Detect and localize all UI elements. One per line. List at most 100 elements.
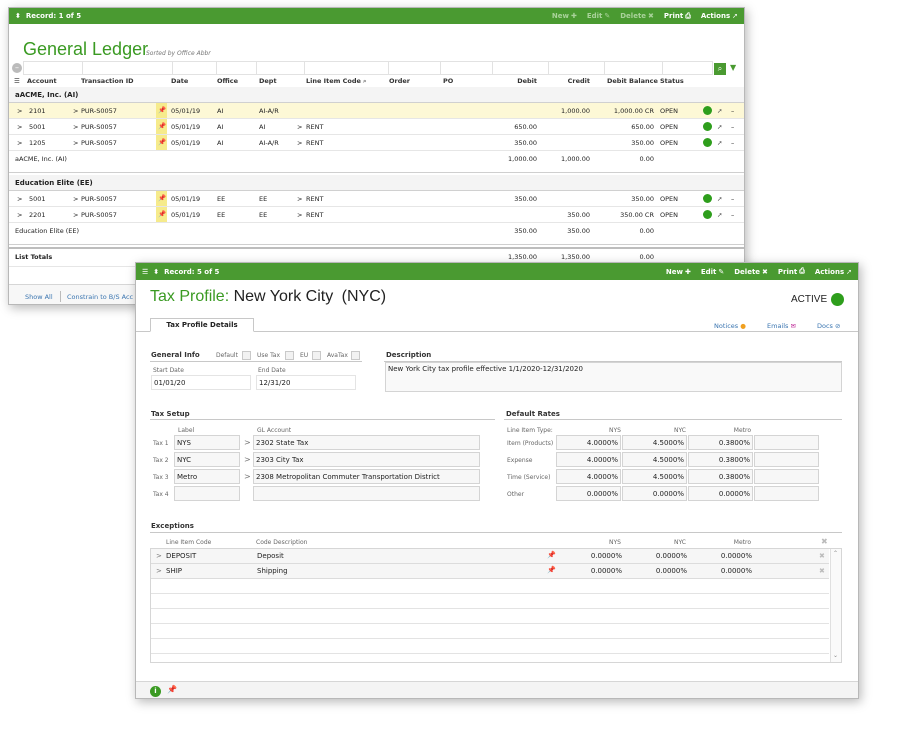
expand-arrow-icon[interactable]: > xyxy=(17,123,22,131)
expand-arrow-icon[interactable]: > xyxy=(156,552,162,560)
tax-label-field[interactable]: NYS xyxy=(174,435,240,450)
link-arrow-icon[interactable]: > xyxy=(244,438,251,447)
cell-line-item-code[interactable]: RENT xyxy=(306,195,323,203)
sort-icon[interactable]: ☰ xyxy=(14,77,20,85)
filter-balance[interactable] xyxy=(605,61,663,75)
rate-field[interactable]: 0.0000% xyxy=(688,486,753,501)
open-record-icon[interactable]: ➚ xyxy=(717,123,722,131)
gl-account-field[interactable]: 2303 City Tax xyxy=(253,452,480,467)
empty-row[interactable] xyxy=(151,609,829,624)
description-field[interactable]: New York City tax profile effective 1/1/… xyxy=(385,362,842,392)
filter-line-item[interactable] xyxy=(305,61,389,75)
search-icon[interactable]: ⌕ xyxy=(714,63,726,75)
delete-row-icon[interactable]: ✖ xyxy=(819,552,825,560)
col-credit[interactable]: Credit xyxy=(554,77,590,85)
col-line-item-code[interactable]: Line Item Code xyxy=(306,77,361,85)
gl-account-field[interactable]: 2308 Metropolitan Commuter Transportatio… xyxy=(253,469,480,484)
expand-arrow-icon[interactable]: > xyxy=(156,567,162,575)
link-arrow-icon[interactable]: > xyxy=(73,195,78,203)
tp-actions-button[interactable]: Actions ➚ xyxy=(815,268,852,276)
col-transaction[interactable]: Transaction ID xyxy=(81,77,134,85)
start-date-field[interactable]: 01/01/20 xyxy=(151,375,251,390)
pin-cell[interactable]: 📌 xyxy=(156,119,167,134)
rate-field[interactable] xyxy=(754,435,819,450)
menu-icon[interactable]: ☰ xyxy=(142,268,148,276)
col-debit-balance[interactable]: Debit Balance xyxy=(607,77,658,85)
pin-icon[interactable]: 📌 xyxy=(547,551,556,559)
filter-dept[interactable] xyxy=(257,61,305,75)
cell-transaction[interactable]: PUR-S0057 xyxy=(81,123,117,131)
pin-cell[interactable]: 📌 xyxy=(156,103,167,118)
avatax-checkbox[interactable] xyxy=(351,351,360,360)
open-record-icon[interactable]: ➚ xyxy=(717,107,722,115)
end-date-field[interactable]: 12/31/20 xyxy=(256,375,356,390)
eu-checkbox[interactable] xyxy=(312,351,321,360)
col-order[interactable]: Order xyxy=(389,77,410,85)
gl-actions-button[interactable]: Actions ➚ xyxy=(701,12,738,20)
cell-transaction[interactable]: PUR-S0057 xyxy=(81,195,117,203)
col-debit[interactable]: Debit xyxy=(499,77,537,85)
record-nav-arrows-icon[interactable]: ⬍ xyxy=(15,12,21,20)
default-checkbox[interactable] xyxy=(242,351,251,360)
scrollbar[interactable]: ⌃ ⌄ xyxy=(830,549,841,662)
col-po[interactable]: PO xyxy=(443,77,453,85)
rate-field[interactable]: 4.0000% xyxy=(556,469,621,484)
link-arrow-icon[interactable]: > xyxy=(297,211,302,219)
table-row[interactable]: > DEPOSIT Deposit 📌 0.0000% 0.0000% 0.00… xyxy=(151,549,829,564)
rate-field[interactable]: 0.3800% xyxy=(688,452,753,467)
rate-field[interactable]: 4.5000% xyxy=(622,469,687,484)
cell-transaction[interactable]: PUR-S0057 xyxy=(81,107,117,115)
tp-new-button[interactable]: New ✚ xyxy=(666,268,691,276)
link-arrow-icon[interactable]: > xyxy=(244,455,251,464)
more-icon[interactable]: – xyxy=(731,123,734,131)
open-record-icon[interactable]: ➚ xyxy=(717,195,722,203)
docs-link[interactable]: Docs ⊘ xyxy=(817,322,840,330)
link-arrow-icon[interactable]: > xyxy=(73,139,78,147)
link-arrow-icon[interactable]: > xyxy=(297,123,302,131)
filter-order[interactable] xyxy=(389,61,441,75)
info-icon[interactable]: i xyxy=(150,686,161,697)
rate-field[interactable]: 0.0000% xyxy=(622,486,687,501)
gl-delete-button[interactable]: Delete ✖ xyxy=(620,12,654,20)
more-icon[interactable]: – xyxy=(731,211,734,219)
pin-cell[interactable]: 📌 xyxy=(156,135,167,150)
filter-account[interactable] xyxy=(23,61,83,75)
rate-field[interactable] xyxy=(754,486,819,501)
pin-cell[interactable]: 📌 xyxy=(156,207,167,222)
use-tax-checkbox[interactable] xyxy=(285,351,294,360)
tp-delete-button[interactable]: Delete ✖ xyxy=(734,268,768,276)
table-row[interactable]: > 5001 > PUR-S0057 📌 05/01/19 AI AI > RE… xyxy=(9,119,744,135)
more-icon[interactable]: – xyxy=(731,139,734,147)
constrain-link[interactable]: Constrain to B/S Acc xyxy=(67,293,133,301)
table-row[interactable]: > 1205 > PUR-S0057 📌 05/01/19 AI AI-A/R … xyxy=(9,135,744,151)
notices-link[interactable]: Notices ● xyxy=(714,322,746,330)
more-icon[interactable]: – xyxy=(731,107,734,115)
more-icon[interactable]: – xyxy=(731,195,734,203)
gl-account-field[interactable] xyxy=(253,486,480,501)
cell-transaction[interactable]: PUR-S0057 xyxy=(81,139,117,147)
tax-label-field[interactable]: NYC xyxy=(174,452,240,467)
cell-line-item-code[interactable]: RENT xyxy=(306,123,323,131)
scroll-up-icon[interactable]: ⌃ xyxy=(833,550,838,557)
col-status[interactable]: Status xyxy=(660,77,684,85)
tp-print-button[interactable]: Print ⎙ xyxy=(778,267,805,276)
empty-row[interactable] xyxy=(151,639,829,654)
pin-cell[interactable]: 📌 xyxy=(156,191,167,206)
table-row[interactable]: > SHIP Shipping 📌 0.0000% 0.0000% 0.0000… xyxy=(151,564,829,579)
expand-arrow-icon[interactable]: > xyxy=(17,139,22,147)
gl-account-field[interactable]: 2302 State Tax xyxy=(253,435,480,450)
filter-transaction[interactable] xyxy=(83,61,173,75)
scroll-down-icon[interactable]: ⌄ xyxy=(833,652,838,659)
emails-link[interactable]: Emails ✉ xyxy=(767,322,796,330)
tab-tax-profile-details[interactable]: Tax Profile Details xyxy=(150,318,254,332)
chevron-down-icon[interactable]: ▼ xyxy=(730,63,736,72)
open-record-icon[interactable]: ➚ xyxy=(717,211,722,219)
cell-line-item-code[interactable]: RENT xyxy=(306,211,323,219)
tax-label-field[interactable]: Metro xyxy=(174,469,240,484)
cell-transaction[interactable]: PUR-S0057 xyxy=(81,211,117,219)
link-arrow-icon[interactable]: > xyxy=(297,195,302,203)
col-date[interactable]: Date xyxy=(171,77,188,85)
rate-field[interactable]: 0.3800% xyxy=(688,469,753,484)
expand-arrow-icon[interactable]: > xyxy=(17,107,22,115)
rate-field[interactable]: 4.0000% xyxy=(556,452,621,467)
